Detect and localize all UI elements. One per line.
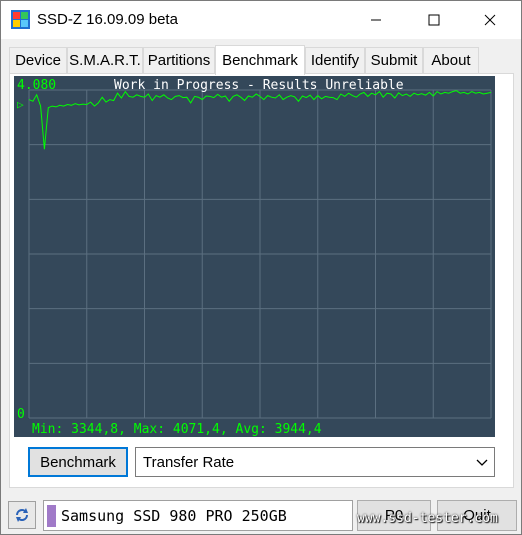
chevron-down-icon	[476, 459, 488, 466]
tab-label: About	[431, 52, 471, 69]
minimize-icon	[371, 19, 381, 21]
tab-partitions[interactable]: Partitions	[143, 47, 215, 73]
tab-label: Submit	[370, 52, 418, 69]
tab-label: Benchmark	[222, 52, 298, 69]
mode-select[interactable]: Transfer Rate	[135, 447, 495, 477]
tab-device[interactable]: Device	[9, 47, 67, 73]
tab-label: Device	[15, 52, 61, 69]
close-icon	[484, 14, 496, 26]
tab-smart[interactable]: S.M.A.R.T.	[67, 47, 143, 73]
minimize-button[interactable]	[353, 1, 399, 39]
tab-label: Identify	[310, 52, 360, 69]
chart-stats-text: Min: 3344,8, Max: 4071,4, Avg: 3944,4	[32, 422, 322, 437]
chart-status-text: Work in Progress - Results Unreliable	[114, 78, 404, 93]
title-bar: SSD-Z 16.09.09 beta	[1, 1, 521, 39]
y-max-label: 4.080	[17, 78, 56, 93]
app-window: SSD-Z 16.09.09 beta Device S.M.A.R.T. Pa…	[0, 0, 522, 535]
watermark-text: www.ssd-tester.com	[357, 511, 498, 526]
tab-identify[interactable]: Identify	[305, 47, 365, 73]
play-marker-icon: ▷	[17, 98, 24, 111]
mode-select-value: Transfer Rate	[143, 454, 235, 471]
tab-benchmark[interactable]: Benchmark	[215, 45, 305, 75]
benchmark-chart: 4.080 Work in Progress - Results Unrelia…	[14, 76, 495, 437]
app-icon	[11, 10, 30, 29]
maximize-icon	[428, 14, 440, 26]
tab-label: S.M.A.R.T.	[69, 52, 141, 69]
drive-color-swatch	[47, 505, 56, 527]
tab-label: Partitions	[147, 52, 211, 69]
benchmark-button[interactable]: Benchmark	[28, 447, 128, 477]
drive-selector[interactable]: Samsung SSD 980 PRO 250GB	[43, 500, 353, 531]
tab-submit[interactable]: Submit	[365, 47, 423, 73]
refresh-button[interactable]	[8, 501, 36, 529]
chart-canvas: 4.080 Work in Progress - Results Unrelia…	[17, 78, 492, 437]
y-min-label: 0	[17, 407, 25, 422]
close-button[interactable]	[467, 1, 513, 39]
window-title: SSD-Z 16.09.09 beta	[37, 11, 178, 28]
tab-about[interactable]: About	[423, 47, 479, 73]
maximize-button[interactable]	[411, 1, 457, 39]
refresh-icon	[16, 508, 28, 522]
drive-name: Samsung SSD 980 PRO 250GB	[61, 507, 287, 525]
